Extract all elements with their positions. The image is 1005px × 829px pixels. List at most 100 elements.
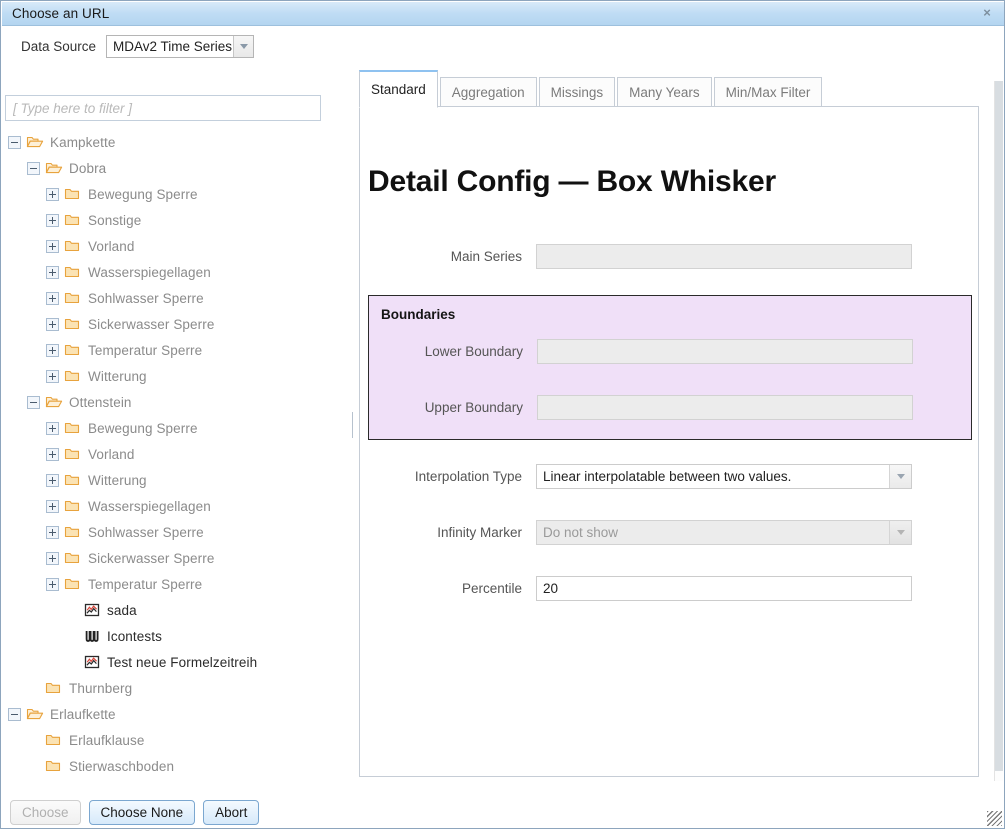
filter-input[interactable]: [5, 95, 321, 121]
percentile-input[interactable]: 20: [536, 576, 912, 601]
tree-node-label: Sonstige: [88, 213, 141, 228]
folder-icon: [64, 576, 82, 592]
tree-node[interactable]: Test neue Formelzeitreih: [2, 649, 350, 675]
timeseries-chart-icon: [83, 602, 101, 618]
tree-node[interactable]: Kampkette: [2, 129, 350, 155]
tab-aggregation[interactable]: Aggregation: [440, 77, 537, 107]
close-icon[interactable]: ×: [979, 5, 995, 21]
expand-icon[interactable]: [46, 188, 59, 201]
expand-icon[interactable]: [46, 292, 59, 305]
expand-icon[interactable]: [46, 500, 59, 513]
page-title: Detail Config — Box Whisker: [368, 165, 776, 199]
tree-node[interactable]: Erlaufkette: [2, 701, 350, 727]
expand-icon[interactable]: [46, 318, 59, 331]
folder-icon: [64, 368, 82, 384]
expand-icon[interactable]: [46, 344, 59, 357]
tree-node[interactable]: Temperatur Sperre: [2, 571, 350, 597]
collapse-icon[interactable]: [8, 708, 21, 721]
tab-missings[interactable]: Missings: [539, 77, 616, 107]
tab-standard[interactable]: Standard: [359, 70, 438, 108]
tree-node[interactable]: Sickerwasser Sperre: [2, 545, 350, 571]
tab-content-standard: Detail Config — Box Whisker Main Series …: [359, 106, 979, 777]
collapse-icon[interactable]: [8, 136, 21, 149]
tree-node[interactable]: Witterung: [2, 467, 350, 493]
tree-node-label: Vorland: [88, 447, 135, 462]
source-browser-panel: Data Source MDAv2 Time Series KampketteD…: [2, 27, 350, 792]
upper-boundary-input[interactable]: [537, 395, 913, 420]
infinity-marker-label: Infinity Marker: [368, 525, 536, 540]
chevron-down-icon[interactable]: [889, 465, 911, 488]
folder-icon: [45, 732, 63, 748]
infinity-marker-row: Infinity Marker Do not show: [368, 519, 912, 545]
expand-icon[interactable]: [46, 240, 59, 253]
tree-node[interactable]: Stierwaschboden: [2, 753, 350, 779]
tree-node[interactable]: Bewegung Sperre: [2, 415, 350, 441]
infinity-marker-select[interactable]: Do not show: [536, 520, 912, 545]
tree-node[interactable]: Witterung: [2, 363, 350, 389]
tree-node-label: Erlaufkette: [50, 707, 116, 722]
expand-icon[interactable]: [46, 578, 59, 591]
tree-node-label: Sohlwasser Sperre: [88, 525, 204, 540]
tab-many-years[interactable]: Many Years: [617, 77, 712, 107]
expand-icon[interactable]: [46, 474, 59, 487]
tree-node[interactable]: Wasserspiegellagen: [2, 493, 350, 519]
data-source-select[interactable]: MDAv2 Time Series: [106, 35, 254, 58]
tab-label: Min/Max Filter: [726, 85, 811, 100]
folder-icon: [64, 238, 82, 254]
tree-node[interactable]: Vorland: [2, 233, 350, 259]
timeseries-chart-icon: [83, 654, 101, 670]
tree-node-label: Bewegung Sperre: [88, 187, 198, 202]
folder-icon: [64, 550, 82, 566]
choose-none-button[interactable]: Choose None: [89, 800, 196, 825]
tree-node[interactable]: Sickerwasser Sperre: [2, 311, 350, 337]
tree-node[interactable]: sada: [2, 597, 350, 623]
dialog-title: Choose an URL: [12, 6, 109, 21]
resource-tree[interactable]: Kampkette Dobra Bewegung Sperre Sonstige Vor…: [2, 129, 350, 792]
tree-node[interactable]: Sonstige: [2, 207, 350, 233]
button-label: Choose None: [101, 805, 184, 820]
vertical-scrollbar-thumb[interactable]: [995, 81, 1003, 771]
folder-icon: [64, 316, 82, 332]
tree-node[interactable]: Icontests: [2, 623, 350, 649]
chevron-down-icon[interactable]: [233, 36, 253, 57]
tree-node[interactable]: Bewegung Sperre: [2, 181, 350, 207]
tree-node[interactable]: Temperatur Sperre: [2, 337, 350, 363]
chevron-down-icon[interactable]: [889, 521, 911, 544]
folder-icon: [45, 680, 63, 696]
expand-icon[interactable]: [46, 370, 59, 383]
expand-icon[interactable]: [46, 266, 59, 279]
lower-boundary-label: Lower Boundary: [369, 344, 537, 359]
tab-min-max-filter[interactable]: Min/Max Filter: [714, 77, 823, 107]
collapse-icon[interactable]: [27, 162, 40, 175]
collapse-icon[interactable]: [27, 396, 40, 409]
tab-label: Aggregation: [452, 85, 525, 100]
panel-splitter[interactable]: [351, 27, 355, 792]
expand-icon[interactable]: [46, 214, 59, 227]
tree-node[interactable]: Sohlwasser Sperre: [2, 519, 350, 545]
main-series-input[interactable]: [536, 244, 912, 269]
tree-node[interactable]: Thurnberg: [2, 675, 350, 701]
boundaries-group: Boundaries Lower Boundary Upper Boundary: [368, 295, 972, 440]
folder-open-icon: [26, 134, 44, 150]
tree-node[interactable]: Vorland: [2, 441, 350, 467]
folder-icon: [64, 186, 82, 202]
expand-icon[interactable]: [46, 448, 59, 461]
tree-node-label: Witterung: [88, 369, 147, 384]
tree-node-label: Dobra: [69, 161, 106, 176]
lower-boundary-input[interactable]: [537, 339, 913, 364]
splitter-grip[interactable]: [352, 412, 353, 438]
tree-node-label: Witterung: [88, 473, 147, 488]
interpolation-type-select[interactable]: Linear interpolatable between two values…: [536, 464, 912, 489]
expand-icon[interactable]: [46, 526, 59, 539]
choose-url-dialog: Choose an URL × Data Source MDAv2 Time S…: [0, 0, 1005, 829]
tree-node[interactable]: Erlaufklause: [2, 727, 350, 753]
resize-grip-icon[interactable]: [987, 811, 1002, 826]
expand-icon[interactable]: [46, 422, 59, 435]
abort-button[interactable]: Abort: [203, 800, 259, 825]
tree-node[interactable]: Wasserspiegellagen: [2, 259, 350, 285]
expand-icon[interactable]: [46, 552, 59, 565]
tree-node[interactable]: Dobra: [2, 155, 350, 181]
tree-node[interactable]: Sohlwasser Sperre: [2, 285, 350, 311]
boundaries-title: Boundaries: [381, 307, 455, 322]
tree-node[interactable]: Ottenstein: [2, 389, 350, 415]
